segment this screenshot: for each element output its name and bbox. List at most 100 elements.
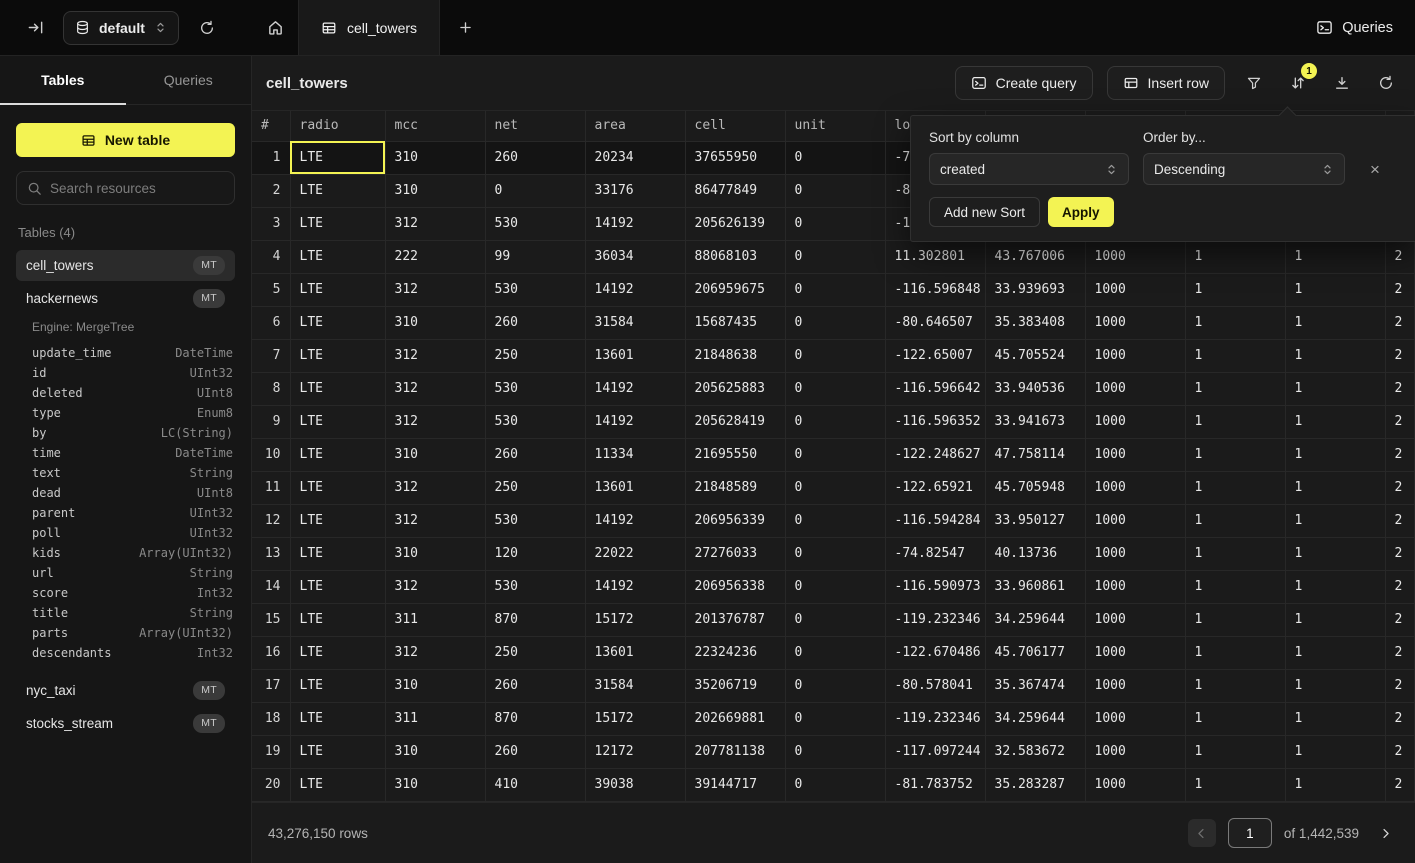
table-cell[interactable]: 312 [385, 471, 485, 504]
table-cell[interactable]: 2 [1385, 372, 1415, 405]
sidebar-tab-queries[interactable]: Queries [126, 56, 252, 104]
table-cell[interactable]: 2 [1385, 273, 1415, 306]
table-cell[interactable]: LTE [290, 438, 385, 471]
table-cell[interactable]: 2 [1385, 306, 1415, 339]
table-cell[interactable]: 14192 [585, 273, 685, 306]
table-cell[interactable]: 0 [785, 438, 885, 471]
table-cell[interactable]: 14192 [585, 570, 685, 603]
table-cell[interactable]: LTE [290, 735, 385, 768]
table-cell[interactable]: 45.705948 [985, 471, 1085, 504]
table-cell[interactable]: 1 [1185, 471, 1285, 504]
table-cell[interactable]: 312 [385, 570, 485, 603]
table-cell[interactable]: 250 [485, 339, 585, 372]
table-cell[interactable]: 530 [485, 504, 585, 537]
column-header[interactable]: radio [290, 111, 385, 141]
table-cell[interactable]: 250 [485, 471, 585, 504]
table-cell[interactable]: 2 [1385, 537, 1415, 570]
table-cell[interactable]: 22324236 [685, 636, 785, 669]
table-cell[interactable]: 88068103 [685, 240, 785, 273]
table-cell[interactable]: 1000 [1085, 702, 1185, 735]
table-cell[interactable]: 33176 [585, 174, 685, 207]
table-cell[interactable]: 1000 [1085, 768, 1185, 801]
table-cell[interactable]: 2 [1385, 339, 1415, 372]
table-cell[interactable]: 14192 [585, 372, 685, 405]
table-cell[interactable]: 260 [485, 141, 585, 174]
sidebar-item-cell-towers[interactable]: cell_towers MT [16, 250, 235, 281]
table-cell[interactable]: 1 [1285, 471, 1385, 504]
table-cell[interactable]: -122.65921 [885, 471, 985, 504]
table-cell[interactable]: 310 [385, 768, 485, 801]
sidebar-tab-tables[interactable]: Tables [0, 56, 126, 104]
table-cell[interactable]: LTE [290, 603, 385, 636]
table-cell[interactable]: 33.941673 [985, 405, 1085, 438]
table-cell[interactable]: 2 [1385, 603, 1415, 636]
table-cell[interactable]: LTE [290, 174, 385, 207]
table-cell[interactable]: -116.596848 [885, 273, 985, 306]
table-cell[interactable]: 201376787 [685, 603, 785, 636]
table-cell[interactable]: 0 [785, 735, 885, 768]
table-cell[interactable]: 1 [1285, 570, 1385, 603]
table-cell[interactable]: 47.758114 [985, 438, 1085, 471]
table-cell[interactable]: 0 [785, 141, 885, 174]
table-cell[interactable]: 1 [1185, 603, 1285, 636]
table-cell[interactable]: 2 [1385, 768, 1415, 801]
table-cell[interactable]: 0 [785, 240, 885, 273]
table-cell[interactable]: 14192 [585, 504, 685, 537]
table-cell[interactable]: 310 [385, 438, 485, 471]
table-cell[interactable]: 0 [485, 174, 585, 207]
table-cell[interactable]: 202669881 [685, 702, 785, 735]
table-cell[interactable]: 207781138 [685, 735, 785, 768]
table-cell[interactable]: 12172 [585, 735, 685, 768]
table-cell[interactable]: 0 [785, 207, 885, 240]
refresh-connection-button[interactable] [192, 13, 222, 43]
database-selector[interactable]: default [63, 11, 179, 45]
download-button[interactable] [1327, 68, 1357, 98]
table-cell[interactable]: 1000 [1085, 273, 1185, 306]
table-cell[interactable]: 1 [1285, 240, 1385, 273]
table-cell[interactable]: 14192 [585, 405, 685, 438]
table-cell[interactable]: 1000 [1085, 504, 1185, 537]
next-page-button[interactable] [1371, 819, 1399, 847]
table-cell[interactable]: 39144717 [685, 768, 785, 801]
table-cell[interactable]: 35206719 [685, 669, 785, 702]
column-header[interactable]: net [485, 111, 585, 141]
table-cell[interactable]: 11334 [585, 438, 685, 471]
table-cell[interactable]: -80.578041 [885, 669, 985, 702]
table-cell[interactable]: 33.940536 [985, 372, 1085, 405]
apply-sort-button[interactable]: Apply [1048, 197, 1114, 227]
table-cell[interactable]: 1 [1185, 636, 1285, 669]
table-cell[interactable]: LTE [290, 504, 385, 537]
table-cell[interactable]: -122.65007 [885, 339, 985, 372]
new-tab-button[interactable] [440, 0, 490, 55]
table-cell[interactable]: 206956338 [685, 570, 785, 603]
table-cell[interactable]: 310 [385, 537, 485, 570]
table-cell[interactable]: 1000 [1085, 636, 1185, 669]
table-cell[interactable]: LTE [290, 537, 385, 570]
table-cell[interactable]: 0 [785, 306, 885, 339]
table-cell[interactable]: 33.960861 [985, 570, 1085, 603]
table-cell[interactable]: 35.283287 [985, 768, 1085, 801]
table-cell[interactable]: 13601 [585, 339, 685, 372]
table-cell[interactable]: 1 [1185, 438, 1285, 471]
table-cell[interactable]: 45.705524 [985, 339, 1085, 372]
table-cell[interactable]: 1000 [1085, 372, 1185, 405]
table-cell[interactable]: 14192 [585, 207, 685, 240]
table-cell[interactable]: 31584 [585, 306, 685, 339]
refresh-table-button[interactable] [1371, 68, 1401, 98]
table-cell[interactable]: 250 [485, 636, 585, 669]
table-cell[interactable]: 2 [1385, 240, 1415, 273]
table-cell[interactable]: 1 [1285, 735, 1385, 768]
table-cell[interactable]: 1 [1285, 339, 1385, 372]
filter-button[interactable] [1239, 68, 1269, 98]
table-cell[interactable]: 21695550 [685, 438, 785, 471]
table-cell[interactable]: 13601 [585, 636, 685, 669]
new-table-button[interactable]: New table [16, 123, 235, 157]
table-cell[interactable]: 1 [1285, 306, 1385, 339]
table-cell[interactable]: 1 [1185, 306, 1285, 339]
table-cell[interactable]: 34.259644 [985, 702, 1085, 735]
table-cell[interactable]: 0 [785, 636, 885, 669]
table-cell[interactable]: 0 [785, 405, 885, 438]
table-cell[interactable]: 21848589 [685, 471, 785, 504]
table-cell[interactable]: 1 [1285, 603, 1385, 636]
table-cell[interactable]: 0 [785, 768, 885, 801]
